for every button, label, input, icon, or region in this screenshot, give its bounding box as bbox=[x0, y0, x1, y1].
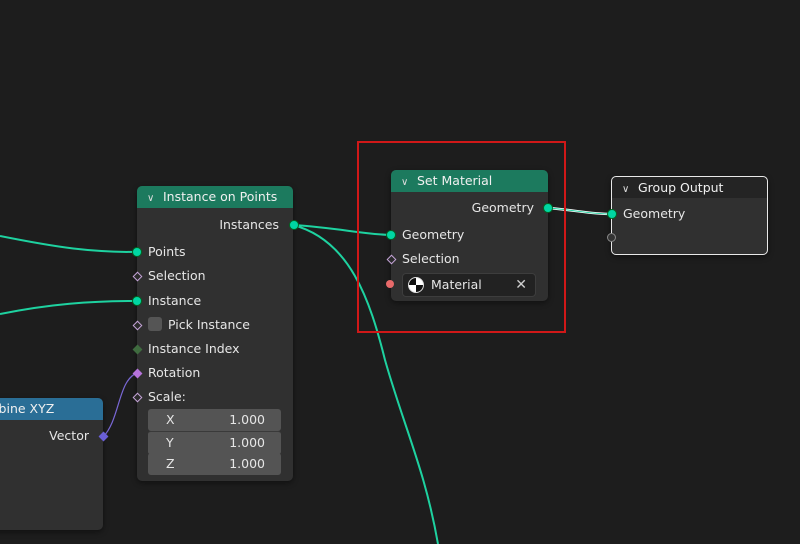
rotation-input-label: Rotation bbox=[148, 365, 201, 380]
link-vector-to-rotation bbox=[102, 372, 138, 438]
link-to-points bbox=[0, 235, 138, 253]
group-output-geometry-socket[interactable] bbox=[607, 209, 617, 219]
pick-instance-checkbox[interactable] bbox=[148, 317, 162, 331]
instance-on-points-header[interactable]: ∨ Instance on Points bbox=[137, 186, 293, 208]
combine-xyz-node[interactable]: Combine XYZ Vector bbox=[0, 398, 109, 530]
group-output-header[interactable]: ∨ Group Output bbox=[612, 177, 767, 198]
scale-z-value: 1.000 bbox=[229, 456, 265, 471]
scale-z-axis: Z bbox=[166, 456, 175, 471]
scale-y-axis: Y bbox=[166, 435, 174, 450]
collapse-chevron-icon[interactable]: ∨ bbox=[622, 179, 634, 198]
instance-on-points-node[interactable]: ∨ Instance on Points Instances Points Sel… bbox=[132, 186, 299, 481]
selection-input-label: Selection bbox=[148, 268, 206, 283]
instance-input-label: Instance bbox=[148, 293, 202, 308]
link-to-instance bbox=[0, 300, 138, 315]
scale-input-label: Scale: bbox=[148, 389, 186, 404]
scale-y-field[interactable]: Y 1.000 bbox=[148, 431, 281, 455]
scale-x-axis: X bbox=[166, 412, 175, 427]
combine-xyz-title: Combine XYZ bbox=[0, 401, 55, 416]
instance-index-label: Instance Index bbox=[148, 341, 240, 356]
group-output-title: Group Output bbox=[638, 180, 724, 195]
pick-instance-label: Pick Instance bbox=[168, 317, 250, 332]
points-input-socket[interactable] bbox=[132, 247, 142, 257]
points-input-label: Points bbox=[148, 244, 186, 259]
vector-output-label: Vector bbox=[49, 428, 89, 443]
selection-highlight-box bbox=[357, 141, 566, 333]
collapse-chevron-icon[interactable]: ∨ bbox=[147, 188, 159, 208]
instance-input-socket[interactable] bbox=[132, 296, 142, 306]
scale-x-field[interactable]: X 1.000 bbox=[148, 409, 281, 431]
instance-on-points-title: Instance on Points bbox=[163, 189, 278, 204]
scale-z-field[interactable]: Z 1.000 bbox=[148, 453, 281, 475]
group-output-empty-socket[interactable] bbox=[607, 233, 616, 242]
instances-output-socket[interactable] bbox=[289, 220, 299, 230]
group-output-geometry-label: Geometry bbox=[623, 206, 686, 221]
combine-xyz-header[interactable]: Combine XYZ bbox=[0, 398, 103, 420]
instances-output-label: Instances bbox=[219, 217, 279, 232]
group-output-node[interactable]: ∨ Group Output Geometry bbox=[607, 176, 768, 255]
scale-x-value: 1.000 bbox=[229, 412, 265, 427]
scale-y-value: 1.000 bbox=[229, 435, 265, 450]
